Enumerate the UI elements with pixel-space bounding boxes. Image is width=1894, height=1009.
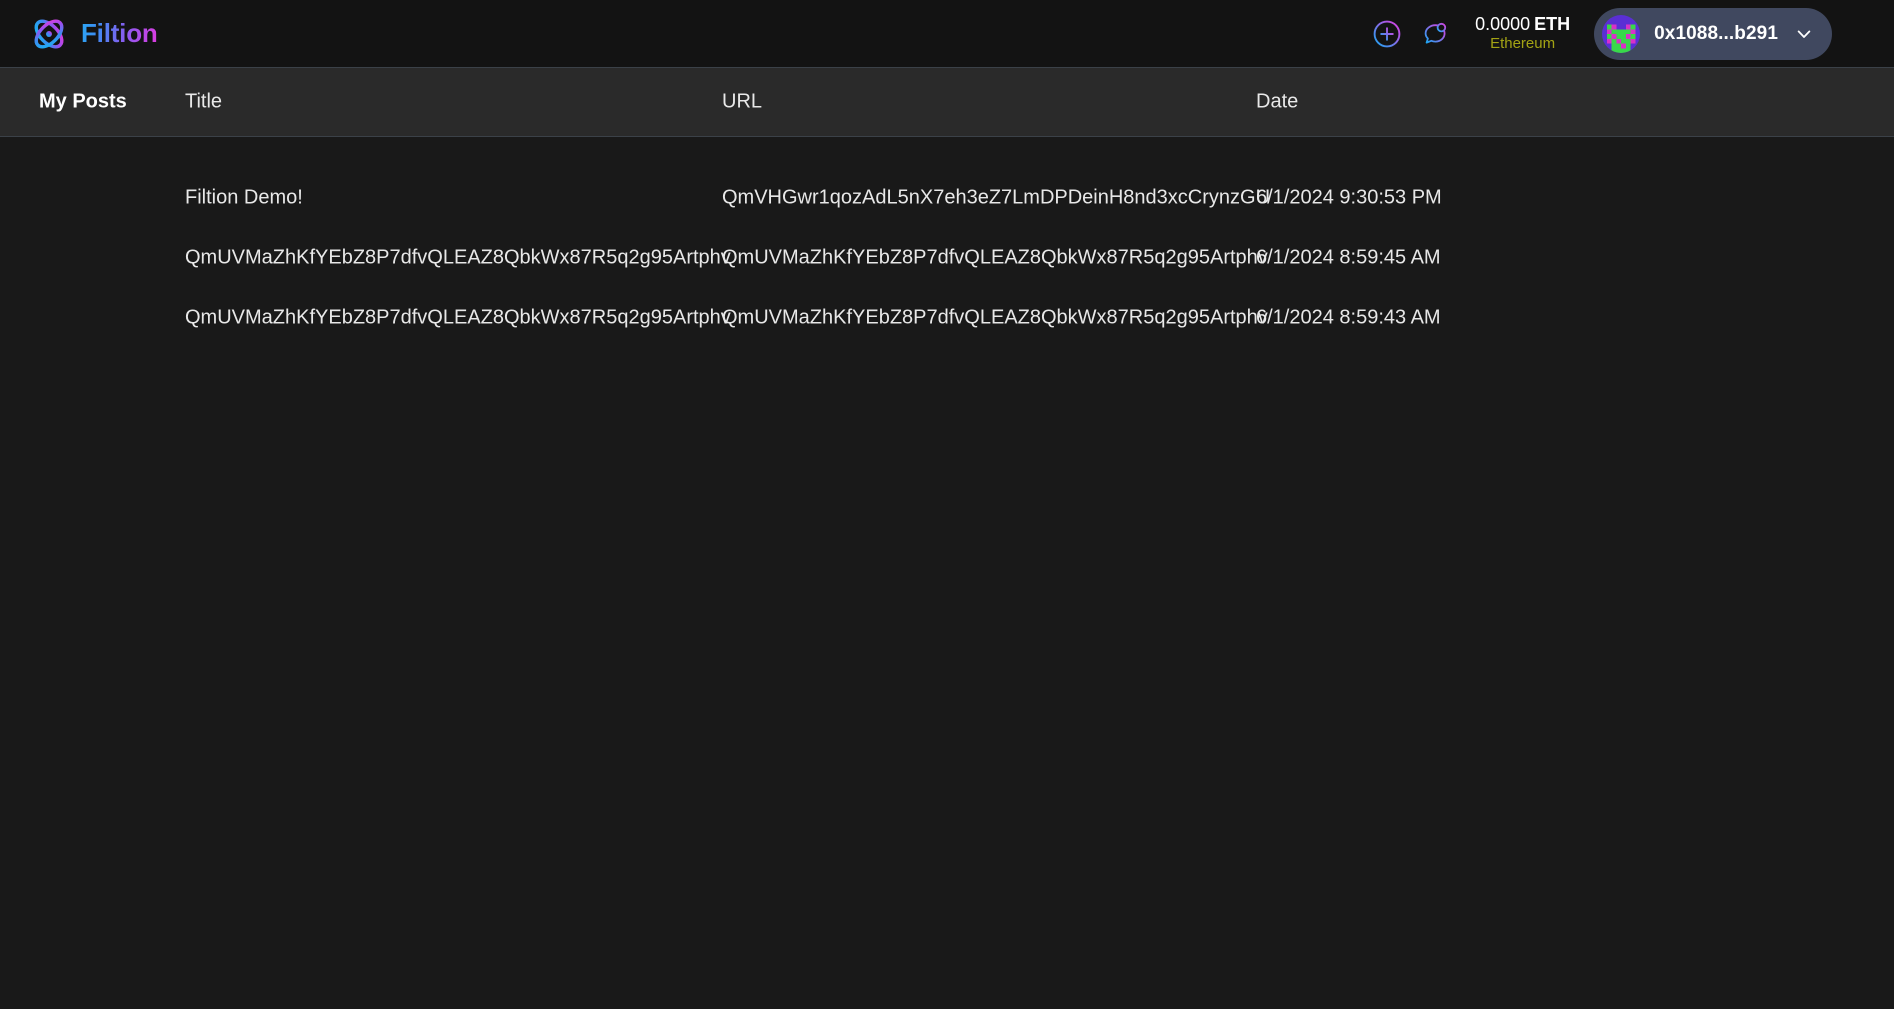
add-post-button[interactable]	[1363, 10, 1411, 58]
cell-url: QmVHGwr1qozAdL5nX7eh3eZ7LmDPDeinH8nd3xcC…	[722, 186, 1271, 209]
column-header-url[interactable]: URL	[722, 91, 762, 114]
cell-date: 6/1/2024 8:59:45 AM	[1256, 246, 1441, 269]
cell-url: QmUVMaZhKfYEbZ8P7dfvQLEAZ8QbkWx87R5q2g95…	[722, 246, 1268, 269]
chevron-down-icon	[1797, 30, 1811, 38]
blockie-avatar	[1602, 14, 1641, 53]
brand-name: Filtion	[81, 18, 158, 48]
messages-button[interactable]	[1411, 10, 1459, 58]
nav-right-cluster: 0.0000 ETH Ethereum 0x1088...b291	[1363, 7, 1832, 60]
cell-date: 6/1/2024 8:59:43 AM	[1256, 306, 1441, 329]
cell-date: 6/1/2024 9:30:53 PM	[1256, 186, 1442, 209]
balance-amount: 0.0000	[1475, 14, 1531, 35]
posts-table-header: My Posts Title URL Date	[0, 68, 1894, 137]
table-row[interactable]: QmUVMaZhKfYEbZ8P7dfvQLEAZ8QbkWx87R5q2g95…	[0, 288, 1894, 348]
top-navigation-bar: Filtion 0.0000 ETH Ethereum 0x1088...b29…	[0, 0, 1894, 68]
balance-network: Ethereum	[1490, 35, 1556, 53]
balance-symbol: ETH	[1534, 14, 1571, 35]
cell-title: QmUVMaZhKfYEbZ8P7dfvQLEAZ8QbkWx87R5q2g95…	[185, 246, 731, 269]
wallet-balance: 0.0000 ETH Ethereum	[1475, 14, 1570, 53]
account-address: 0x1088...b291	[1654, 22, 1778, 44]
chat-bubble-icon	[1424, 22, 1447, 43]
table-row[interactable]: Filtion Demo! QmVHGwr1qozAdL5nX7eh3eZ7Lm…	[0, 168, 1894, 228]
column-header-date[interactable]: Date	[1256, 91, 1298, 114]
brand-logo[interactable]: Filtion	[28, 13, 158, 55]
account-button[interactable]: 0x1088...b291	[1594, 7, 1832, 60]
cell-title: QmUVMaZhKfYEbZ8P7dfvQLEAZ8QbkWx87R5q2g95…	[185, 306, 731, 329]
posts-table-body: Filtion Demo! QmVHGwr1qozAdL5nX7eh3eZ7Lm…	[0, 137, 1894, 348]
header-row: My Posts Title URL Date	[0, 68, 1894, 136]
plus-circle-icon	[1373, 20, 1401, 47]
section-title-my-posts: My Posts	[39, 90, 127, 113]
cell-url: QmUVMaZhKfYEbZ8P7dfvQLEAZ8QbkWx87R5q2g95…	[722, 306, 1268, 329]
cell-title: Filtion Demo!	[185, 186, 303, 209]
table-row[interactable]: QmUVMaZhKfYEbZ8P7dfvQLEAZ8QbkWx87R5q2g95…	[0, 228, 1894, 288]
column-header-title[interactable]: Title	[185, 91, 222, 114]
atom-icon	[34, 19, 64, 48]
balance-amount-row: 0.0000 ETH	[1475, 14, 1570, 35]
